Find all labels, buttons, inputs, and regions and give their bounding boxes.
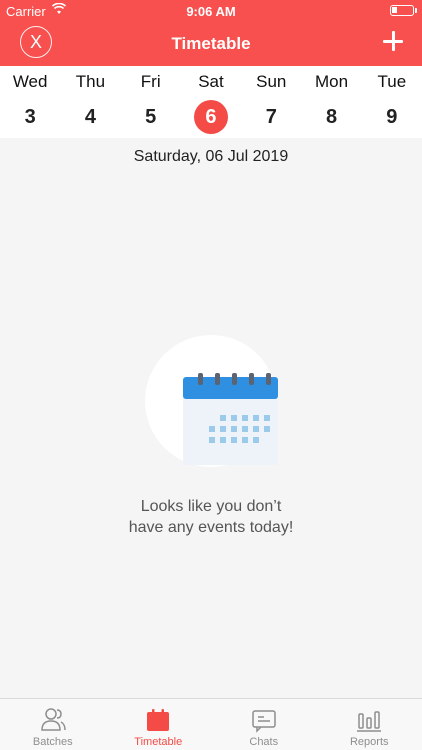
battery-icon (390, 5, 417, 16)
day-number: 8 (325, 106, 338, 128)
day-tue[interactable]: Tue 9 (362, 66, 422, 138)
reports-icon (357, 711, 382, 732)
selected-date-label: Saturday, 06 Jul 2019 (133, 148, 289, 165)
day-fri[interactable]: Fri 5 (121, 66, 181, 138)
day-sat-selected[interactable]: Sat 6 (181, 66, 241, 138)
tab-label: Batches (32, 736, 73, 748)
clock-label: 9:06 AM (186, 4, 236, 19)
day-number: 9 (386, 106, 398, 128)
day-name: Sat (198, 72, 224, 91)
header-bar: Carrier 9:06 AM X Timetable (0, 0, 422, 66)
day-name: Sun (256, 72, 287, 91)
empty-state-message: Looks like you don’t have any events tod… (0, 496, 422, 538)
nav-bar: X Timetable (0, 22, 422, 66)
day-number: 5 (145, 106, 157, 128)
tab-label: Timetable (134, 736, 183, 748)
tab-timetable[interactable]: Timetable (106, 699, 212, 750)
day-thu[interactable]: Thu 4 (60, 66, 120, 138)
tab-label: Reports (349, 736, 389, 748)
page-title: Timetable (171, 34, 251, 53)
calendar-tab-icon (147, 709, 170, 731)
tab-reports[interactable]: Reports (317, 699, 422, 750)
day-name: Mon (315, 72, 349, 91)
status-bar: Carrier 9:06 AM (0, 0, 422, 22)
tab-label: Chats (249, 736, 279, 748)
day-number: 3 (24, 106, 36, 128)
tab-batches[interactable]: Batches (0, 699, 106, 750)
day-number: 7 (265, 106, 277, 128)
empty-calendar-illustration (145, 335, 280, 467)
day-number: 4 (84, 106, 96, 128)
people-icon (40, 708, 66, 731)
empty-line-2: have any events today! (128, 519, 294, 536)
calendar-icon (183, 373, 278, 465)
empty-line-1: Looks like you don’t (140, 498, 282, 515)
tab-chats[interactable]: Chats (211, 699, 317, 750)
day-wed[interactable]: Wed 3 (0, 66, 60, 138)
day-name: Thu (75, 72, 106, 91)
day-name: Wed (12, 72, 48, 91)
tab-bar: Batches Timetable Chats Reports (0, 698, 422, 750)
day-number-selected: 6 (193, 100, 228, 134)
add-icon[interactable] (382, 30, 404, 52)
week-strip: Wed 3 Thu 4 Fri 5 Sat 6 Sun 7 Mon 8 Tue … (0, 66, 422, 138)
day-mon[interactable]: Mon 8 (301, 66, 361, 138)
day-name: Fri (140, 72, 161, 91)
day-sun[interactable]: Sun 7 (241, 66, 301, 138)
chat-icon (252, 710, 276, 733)
day-name: Tue (377, 72, 407, 91)
